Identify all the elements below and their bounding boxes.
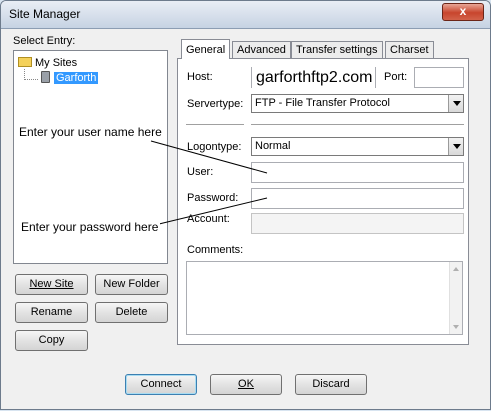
scroll-down-icon[interactable] [453, 325, 459, 329]
window-title: Site Manager [9, 7, 81, 21]
password-input[interactable] [251, 188, 464, 209]
close-icon: x [459, 4, 467, 18]
separator [251, 124, 464, 126]
connect-button[interactable]: Connect [125, 374, 197, 395]
password-hint-annotation: Enter your password here [19, 219, 161, 235]
ok-button[interactable]: OK [210, 374, 282, 395]
logontype-label: Logontype: [187, 141, 242, 153]
folder-icon [18, 57, 32, 67]
account-input [251, 213, 464, 234]
port-input[interactable] [414, 67, 464, 88]
tree-item-label: Garforth [54, 72, 99, 84]
logontype-value: Normal [255, 140, 291, 152]
tree-item-label: My Sites [35, 57, 78, 69]
tab-label: Advanced [237, 44, 286, 56]
servertype-label: Servertype: [187, 98, 244, 110]
tab-transfer-settings[interactable]: Transfer settings [291, 41, 383, 59]
close-button[interactable]: x [442, 3, 484, 21]
tab-advanced[interactable]: Advanced [232, 41, 291, 59]
delete-button[interactable]: Delete [95, 302, 168, 323]
button-label: Copy [38, 334, 65, 346]
tree-connector [24, 79, 38, 80]
host-value-overlay: garforthftp2.com [252, 67, 375, 90]
discard-button[interactable]: Discard [295, 374, 367, 395]
user-label: User: [187, 166, 214, 178]
button-label: New Site [29, 278, 74, 290]
servertype-select[interactable]: FTP - File Transfer Protocol [251, 94, 464, 113]
password-label: Password: [187, 192, 239, 204]
copy-button[interactable]: Copy [15, 330, 88, 351]
button-label: Delete [115, 306, 148, 318]
user-hint-annotation: Enter your user name here [17, 124, 164, 140]
new-folder-button[interactable]: New Folder [95, 274, 168, 295]
rename-button[interactable]: Rename [15, 302, 88, 323]
select-entry-label: Select Entry: [13, 35, 76, 47]
comments-textarea[interactable] [186, 261, 463, 335]
button-label: Discard [312, 378, 350, 390]
tab-label: Charset [390, 44, 429, 56]
button-label: Rename [30, 306, 73, 318]
tab-general[interactable]: General [181, 39, 231, 59]
tree-item-garforth[interactable]: Garforth [41, 71, 99, 85]
scrollbar[interactable] [449, 262, 462, 334]
comments-label: Comments: [187, 244, 244, 256]
port-label: Port: [384, 71, 408, 83]
tree-item-my-sites[interactable]: My Sites [18, 56, 77, 70]
server-icon [41, 71, 50, 83]
new-site-button[interactable]: New Site [15, 274, 88, 295]
tab-label: Transfer settings [296, 44, 378, 56]
button-label: New Folder [103, 278, 160, 290]
button-label: Connect [140, 378, 182, 390]
tab-label: General [186, 44, 226, 56]
servertype-value: FTP - File Transfer Protocol [255, 97, 390, 109]
scroll-up-icon[interactable] [453, 267, 459, 271]
chevron-down-icon[interactable] [448, 138, 463, 155]
chevron-down-icon[interactable] [448, 95, 463, 112]
account-label: Account: [187, 213, 230, 225]
logontype-select[interactable]: Normal [251, 137, 464, 156]
tab-charset[interactable]: Charset [385, 41, 434, 59]
separator [186, 124, 244, 126]
host-label: Host: [187, 71, 213, 83]
site-manager-window: Site Manager x Select Entry: My Sites Ga… [0, 0, 491, 410]
user-input[interactable] [251, 162, 464, 183]
title-bar[interactable]: Site Manager x [1, 1, 490, 29]
button-label: OK [238, 378, 254, 390]
